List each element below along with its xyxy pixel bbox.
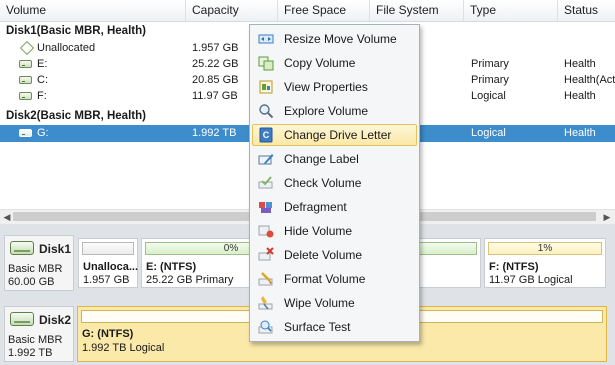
delete-icon xyxy=(258,247,274,261)
partition-title: F: (NTFS) xyxy=(489,261,539,273)
properties-icon xyxy=(259,80,273,94)
explore-icon xyxy=(259,104,274,119)
volume-capacity: 25.22 GB xyxy=(192,58,239,70)
wipe-icon xyxy=(258,296,273,310)
menu-item-wipe-volume[interactable]: Wipe Volume xyxy=(252,292,417,314)
menu-item-hide-volume[interactable]: Hide Volume xyxy=(252,220,417,242)
drive-letter-icon: C xyxy=(259,127,273,143)
volume-capacity: 20.85 GB xyxy=(192,74,239,86)
menu-item-format-volume[interactable]: Format Volume xyxy=(252,268,417,290)
disk2-info[interactable]: Disk2 Basic MBR 1.992 TB xyxy=(4,306,74,362)
partition-title: E: (NTFS) xyxy=(146,261,197,273)
volume-status: Health xyxy=(564,127,596,139)
partition-title: Unalloca... xyxy=(83,261,139,273)
volume-name: G: xyxy=(37,127,49,139)
menu-item-delete-volume[interactable]: Delete Volume xyxy=(252,244,417,266)
volume-capacity: 11.97 GB xyxy=(192,90,238,102)
partition-title: G: (NTFS) xyxy=(82,328,134,340)
check-icon xyxy=(258,176,273,189)
volume-capacity: 1.957 GB xyxy=(192,42,239,54)
usage-bar xyxy=(82,242,134,255)
disk-name: Disk2 xyxy=(39,313,72,327)
volume-table-header: Volume Capacity Free Space File System T… xyxy=(0,0,615,22)
copy-icon xyxy=(258,56,274,71)
usage-bar: 1% xyxy=(488,242,602,255)
svg-text:C: C xyxy=(263,130,270,140)
drive-icon xyxy=(19,60,32,68)
volume-type: Logical xyxy=(471,127,506,139)
menu-item-defragment[interactable]: Defragment xyxy=(252,196,417,218)
scroll-left-icon[interactable]: ◀ xyxy=(2,212,12,222)
unallocated-icon xyxy=(19,40,35,56)
partition-unallocated[interactable]: Unalloca... 1.957 GB xyxy=(78,238,138,288)
volume-name: C: xyxy=(37,74,48,86)
scroll-right-icon[interactable]: ▶ xyxy=(602,212,612,222)
disk1-header: Disk1(Basic MBR, Health) xyxy=(6,25,146,37)
format-icon xyxy=(258,272,273,286)
volume-name: E: xyxy=(37,58,48,70)
partition-size: 25.22 GB Primary xyxy=(146,274,234,286)
disk-size: 60.00 GB xyxy=(8,276,55,288)
column-type[interactable]: Type xyxy=(464,0,558,21)
column-volume[interactable]: Volume xyxy=(0,0,186,21)
column-capacity[interactable]: Capacity xyxy=(186,0,278,21)
volume-type: Primary xyxy=(471,74,509,86)
partition-size: 11.97 GB Logical xyxy=(489,274,573,286)
surface-test-icon xyxy=(258,320,273,334)
partition-f[interactable]: 1% F: (NTFS) 11.97 GB Logical xyxy=(484,238,606,288)
disk-kind: Basic MBR xyxy=(8,263,63,275)
disk1-info[interactable]: Disk1 Basic MBR 60.00 GB xyxy=(4,235,74,291)
menu-item-resize-move-volume[interactable]: Resize Move Volume xyxy=(252,28,417,50)
resize-icon xyxy=(258,34,274,44)
menu-item-view-properties[interactable]: View Properties xyxy=(252,76,417,98)
partition-size: 1.992 TB Logical xyxy=(82,342,165,354)
volume-type: Primary xyxy=(471,58,509,70)
drive-icon xyxy=(19,129,32,137)
hide-icon xyxy=(258,225,274,238)
menu-item-check-volume[interactable]: Check Volume xyxy=(252,172,417,194)
hard-disk-icon xyxy=(10,241,34,255)
partition-size: 1.957 GB xyxy=(83,274,130,286)
volume-capacity: 1.992 TB xyxy=(192,127,237,139)
disk2-header: Disk2(Basic MBR, Health) xyxy=(6,110,146,122)
volume-name: Unallocated xyxy=(37,42,96,54)
drive-icon xyxy=(19,92,32,100)
drive-icon xyxy=(19,76,32,84)
label-icon xyxy=(258,154,274,165)
disk-size: 1.992 TB xyxy=(8,347,53,359)
menu-item-change-label[interactable]: Change Label xyxy=(252,148,417,170)
column-file-system[interactable]: File System xyxy=(370,0,464,21)
menu-item-copy-volume[interactable]: Copy Volume xyxy=(252,52,417,74)
volume-status: Health xyxy=(564,58,596,70)
disk-name: Disk1 xyxy=(39,242,72,256)
disk-kind: Basic MBR xyxy=(8,334,63,346)
menu-item-change-drive-letter[interactable]: C Change Drive Letter xyxy=(252,124,417,146)
volume-status: Health xyxy=(564,90,596,102)
menu-item-explore-volume[interactable]: Explore Volume xyxy=(252,100,417,122)
hard-disk-icon xyxy=(10,312,34,326)
context-menu: Resize Move Volume Copy Volume View Prop… xyxy=(249,24,420,342)
volume-status: Health(Acti xyxy=(564,74,615,86)
menu-item-surface-test[interactable]: Surface Test xyxy=(252,316,417,338)
volume-name: F: xyxy=(37,90,47,102)
volume-type: Logical xyxy=(471,90,506,102)
defragment-icon xyxy=(259,202,272,213)
column-free-space[interactable]: Free Space xyxy=(278,0,370,21)
column-status[interactable]: Status xyxy=(558,0,615,21)
